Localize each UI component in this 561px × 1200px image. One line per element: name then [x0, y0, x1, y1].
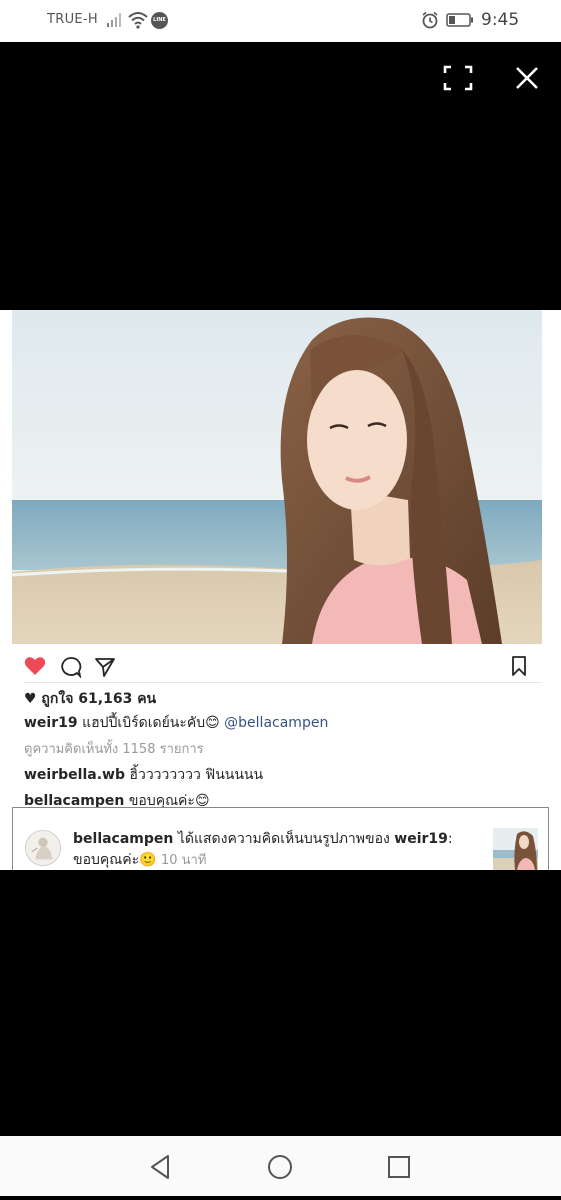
like-count[interactable]: ♥ ถูกใจ 61,163 คน — [24, 688, 156, 710]
divider — [24, 682, 542, 683]
post-thumbnail[interactable] — [493, 828, 538, 870]
notification-time: 10 นาที — [161, 853, 207, 868]
battery-icon — [446, 13, 473, 27]
status-bar: TRUE-H LINE 9:45 — [0, 0, 561, 42]
heart-icon[interactable] — [24, 656, 46, 676]
post-actions — [0, 648, 561, 682]
notification-comment-line: ขอบคุณค่ะ🙂 10 นาที — [73, 849, 206, 871]
recents-icon[interactable] — [384, 1152, 414, 1182]
notification-target-user[interactable]: weir19 — [394, 831, 448, 847]
comment-item: weirbella.wb ฮิ้วววววววว ฟินนนนน — [24, 764, 263, 786]
notification-comment: ขอบคุณค่ะ🙂 — [73, 852, 161, 868]
post-photo — [12, 310, 542, 644]
notification-username[interactable]: bellacampen — [73, 831, 173, 847]
signal-icon — [107, 13, 121, 27]
caption-text: แฮปปี้เบิร์ดเดย์นะคับ😊 — [77, 715, 225, 731]
line-app-icon: LINE — [151, 12, 168, 29]
home-icon[interactable] — [265, 1152, 295, 1182]
instagram-post-screenshot[interactable]: ♥ ถูกใจ 61,163 คน weir19 แฮปปี้เบิร์ดเดย… — [0, 310, 561, 870]
carrier-label: TRUE-H — [47, 12, 98, 27]
clock-time: 9:45 — [481, 10, 520, 30]
comment-username[interactable]: weirbella.wb — [24, 767, 125, 783]
notification-suffix: : — [447, 831, 453, 847]
caption-username[interactable]: weir19 — [24, 715, 78, 731]
image-viewer: ♥ ถูกใจ 61,163 คน weir19 แฮปปี้เบิร์ดเดย… — [0, 42, 561, 1136]
notification-action: ได้แสดงความคิดเห็นบนรูปภาพของ — [173, 831, 395, 847]
activity-notification[interactable]: bellacampen ได้แสดงความคิดเห็นบนรูปภาพขอ… — [12, 807, 549, 870]
avatar[interactable] — [25, 830, 61, 866]
view-all-comments-link[interactable]: ดูความคิดเห็นทั้ง 1158 รายการ — [24, 738, 204, 759]
notification-text: bellacampen ได้แสดงความคิดเห็นบนรูปภาพขอ… — [73, 828, 453, 850]
nav-bottom-edge — [0, 1196, 561, 1200]
comment-text: ฮิ้วววววววว ฟินนนนน — [124, 767, 264, 783]
post-caption: weir19 แฮปปี้เบิร์ดเดย์นะคับ😊 @bellacamp… — [24, 712, 328, 734]
close-icon[interactable] — [513, 64, 541, 92]
back-icon[interactable] — [146, 1152, 176, 1182]
share-icon[interactable] — [94, 656, 116, 678]
fullscreen-icon[interactable] — [442, 64, 474, 92]
comment-icon[interactable] — [60, 656, 82, 678]
navigation-bar — [0, 1136, 561, 1200]
wifi-icon — [128, 12, 148, 29]
bookmark-icon[interactable] — [511, 656, 527, 676]
alarm-icon — [422, 11, 438, 29]
caption-mention[interactable]: @bellacampen — [224, 715, 328, 731]
